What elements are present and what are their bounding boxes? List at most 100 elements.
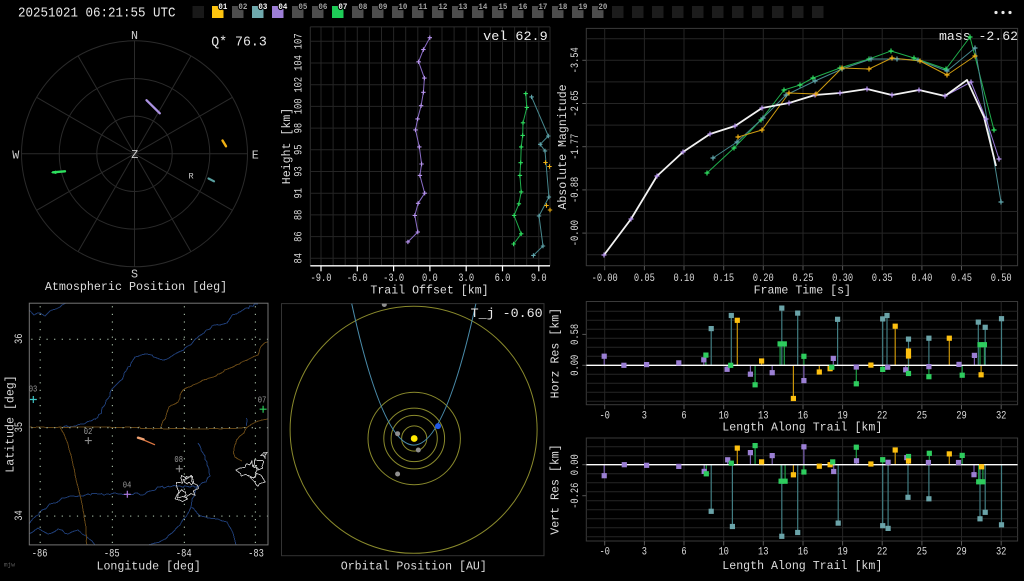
svg-text:W: W (12, 148, 20, 162)
svg-text:10: 10 (398, 3, 407, 12)
svg-text:15: 15 (498, 3, 507, 12)
svg-text:-0.00: -0.00 (592, 273, 618, 285)
svg-text:04: 04 (123, 480, 132, 491)
svg-text:22: 22 (877, 547, 888, 559)
svg-text:9.0: 9.0 (531, 273, 547, 285)
svg-text:-3.0: -3.0 (383, 273, 404, 285)
svg-text:6.0: 6.0 (495, 273, 511, 285)
svg-text:0.40: 0.40 (911, 273, 932, 285)
svg-text:Z: Z (131, 148, 138, 162)
svg-text:05: 05 (298, 3, 307, 12)
svg-text:E: E (252, 148, 259, 162)
svg-text:102: 102 (294, 77, 306, 93)
svg-text:3: 3 (642, 410, 647, 422)
svg-text:0.05: 0.05 (634, 273, 655, 285)
svg-text:T_j -0.60: T_j -0.60 (471, 306, 543, 321)
svg-text:104: 104 (294, 55, 306, 71)
svg-text:04: 04 (278, 3, 287, 12)
svg-text:32: 32 (996, 410, 1007, 422)
svg-text:08: 08 (174, 454, 183, 465)
svg-text:-6.0: -6.0 (347, 273, 368, 285)
svg-text:vel 62.9: vel 62.9 (483, 29, 548, 44)
svg-text:29: 29 (956, 410, 967, 422)
svg-text:-0: -0 (599, 547, 610, 559)
svg-text:22: 22 (877, 410, 888, 422)
svg-text:3.0: 3.0 (458, 273, 474, 285)
svg-text:0.00: 0.00 (570, 355, 582, 376)
svg-text:02: 02 (84, 426, 93, 437)
svg-text:0.10: 0.10 (674, 273, 695, 285)
svg-text:12: 12 (438, 3, 447, 12)
svg-text:-1.77: -1.77 (570, 134, 582, 160)
svg-text:Frame Time [s]: Frame Time [s] (754, 285, 851, 298)
svg-text:95: 95 (294, 145, 306, 156)
svg-text:20251021 06:21:55 UTC: 20251021 06:21:55 UTC (18, 7, 176, 22)
svg-text:Length Along Trail [km]: Length Along Trail [km] (722, 560, 882, 573)
svg-text:-0.00: -0.00 (570, 220, 582, 246)
svg-text:-0.26: -0.26 (570, 483, 582, 509)
svg-text:mass -2.62: mass -2.62 (939, 29, 1018, 44)
svg-text:-2.65: -2.65 (570, 90, 582, 116)
svg-text:02: 02 (238, 3, 247, 12)
svg-text:0.0: 0.0 (422, 273, 438, 285)
svg-text:-9.0: -9.0 (311, 273, 332, 285)
svg-text:06: 06 (318, 3, 327, 12)
svg-text:100: 100 (294, 98, 306, 114)
svg-text:-0: -0 (599, 410, 610, 422)
svg-text:13: 13 (458, 3, 467, 12)
svg-text:N: N (131, 29, 138, 43)
svg-text:0.15: 0.15 (713, 273, 734, 285)
svg-text:-85: -85 (104, 548, 120, 560)
svg-text:Vert Res [km]: Vert Res [km] (550, 444, 563, 534)
svg-text:25: 25 (917, 410, 928, 422)
svg-text:19: 19 (578, 3, 587, 12)
svg-text:07: 07 (258, 395, 267, 406)
svg-text:03: 03 (258, 3, 267, 12)
svg-text:17: 17 (538, 3, 547, 12)
svg-text:0.25: 0.25 (793, 273, 814, 285)
svg-text:Orbital Position [AU]: Orbital Position [AU] (341, 560, 487, 573)
svg-text:0.35: 0.35 (872, 273, 893, 285)
svg-text:R: R (188, 172, 193, 182)
svg-text:0.50: 0.50 (991, 273, 1012, 285)
svg-text:107: 107 (294, 33, 306, 49)
svg-text:0.00: 0.00 (570, 454, 582, 475)
svg-text:14: 14 (478, 3, 487, 12)
svg-text:34: 34 (14, 510, 26, 521)
svg-text:11: 11 (418, 3, 427, 12)
svg-text:0.30: 0.30 (832, 273, 853, 285)
svg-text:0.45: 0.45 (951, 273, 972, 285)
svg-text:-0.88: -0.88 (570, 177, 582, 203)
svg-text:16: 16 (798, 410, 809, 422)
svg-text:-83: -83 (248, 548, 264, 560)
svg-text:0.20: 0.20 (753, 273, 774, 285)
svg-text:08: 08 (358, 3, 367, 12)
svg-text:mjw: mjw (4, 562, 15, 569)
svg-text:25: 25 (917, 547, 928, 559)
svg-text:84: 84 (294, 253, 306, 264)
svg-text:86: 86 (294, 231, 306, 242)
svg-text:03: 03 (29, 384, 38, 395)
svg-text:3: 3 (642, 547, 647, 559)
svg-text:91: 91 (294, 188, 306, 199)
svg-text:10: 10 (718, 547, 729, 559)
svg-text:Absolute Magnitude: Absolute Magnitude (557, 84, 570, 209)
svg-text:16: 16 (798, 547, 809, 559)
svg-text:09: 09 (378, 3, 387, 12)
svg-text:10: 10 (718, 410, 729, 422)
svg-text:16: 16 (518, 3, 527, 12)
svg-text:18: 18 (558, 3, 567, 12)
svg-text:07: 07 (338, 3, 347, 12)
svg-text:Height [km]: Height [km] (281, 108, 294, 185)
svg-text:36: 36 (14, 333, 26, 344)
svg-text:Q* 76.3: Q* 76.3 (211, 34, 267, 50)
svg-text:13: 13 (758, 547, 769, 559)
svg-text:Longitude [deg]: Longitude [deg] (97, 560, 201, 573)
svg-text:0.58: 0.58 (570, 324, 582, 345)
svg-text:98: 98 (294, 123, 306, 134)
svg-text:-86: -86 (32, 548, 48, 560)
svg-text:Atmospheric Position [deg]: Atmospheric Position [deg] (45, 280, 227, 294)
svg-text:19: 19 (837, 410, 848, 422)
svg-text:6: 6 (681, 410, 686, 422)
svg-text:32: 32 (996, 547, 1007, 559)
